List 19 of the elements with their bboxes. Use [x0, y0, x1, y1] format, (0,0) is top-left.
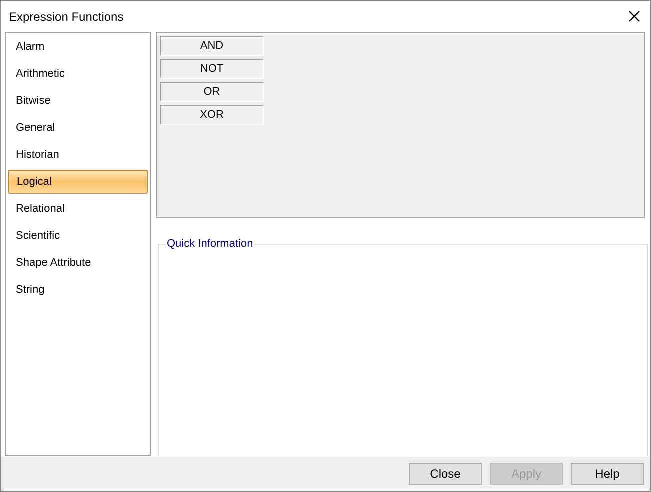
function-item[interactable]: AND [160, 36, 264, 56]
group-title: Quick Information [165, 237, 256, 251]
dialog-button[interactable]: Help [571, 463, 644, 485]
category-item[interactable]: Arithmetic [7, 61, 149, 88]
category-item[interactable]: Alarm [7, 34, 149, 61]
function-item[interactable]: OR [160, 82, 264, 102]
category-item[interactable]: Historian [7, 142, 149, 169]
category-item[interactable]: Scientific [7, 223, 149, 250]
category-item[interactable]: Relational [7, 196, 149, 223]
function-item[interactable]: XOR [160, 105, 264, 125]
category-item[interactable]: String [7, 277, 149, 304]
category-item[interactable]: Bitwise [7, 88, 149, 115]
category-item[interactable]: Shape Attribute [7, 250, 149, 277]
category-item[interactable]: General [7, 115, 149, 142]
category-item[interactable]: Logical [8, 170, 148, 194]
close-icon[interactable] [629, 11, 640, 22]
function-item[interactable]: NOT [160, 59, 264, 79]
window-title: Expression Functions [9, 8, 124, 26]
dialog-button[interactable]: Close [409, 463, 482, 485]
